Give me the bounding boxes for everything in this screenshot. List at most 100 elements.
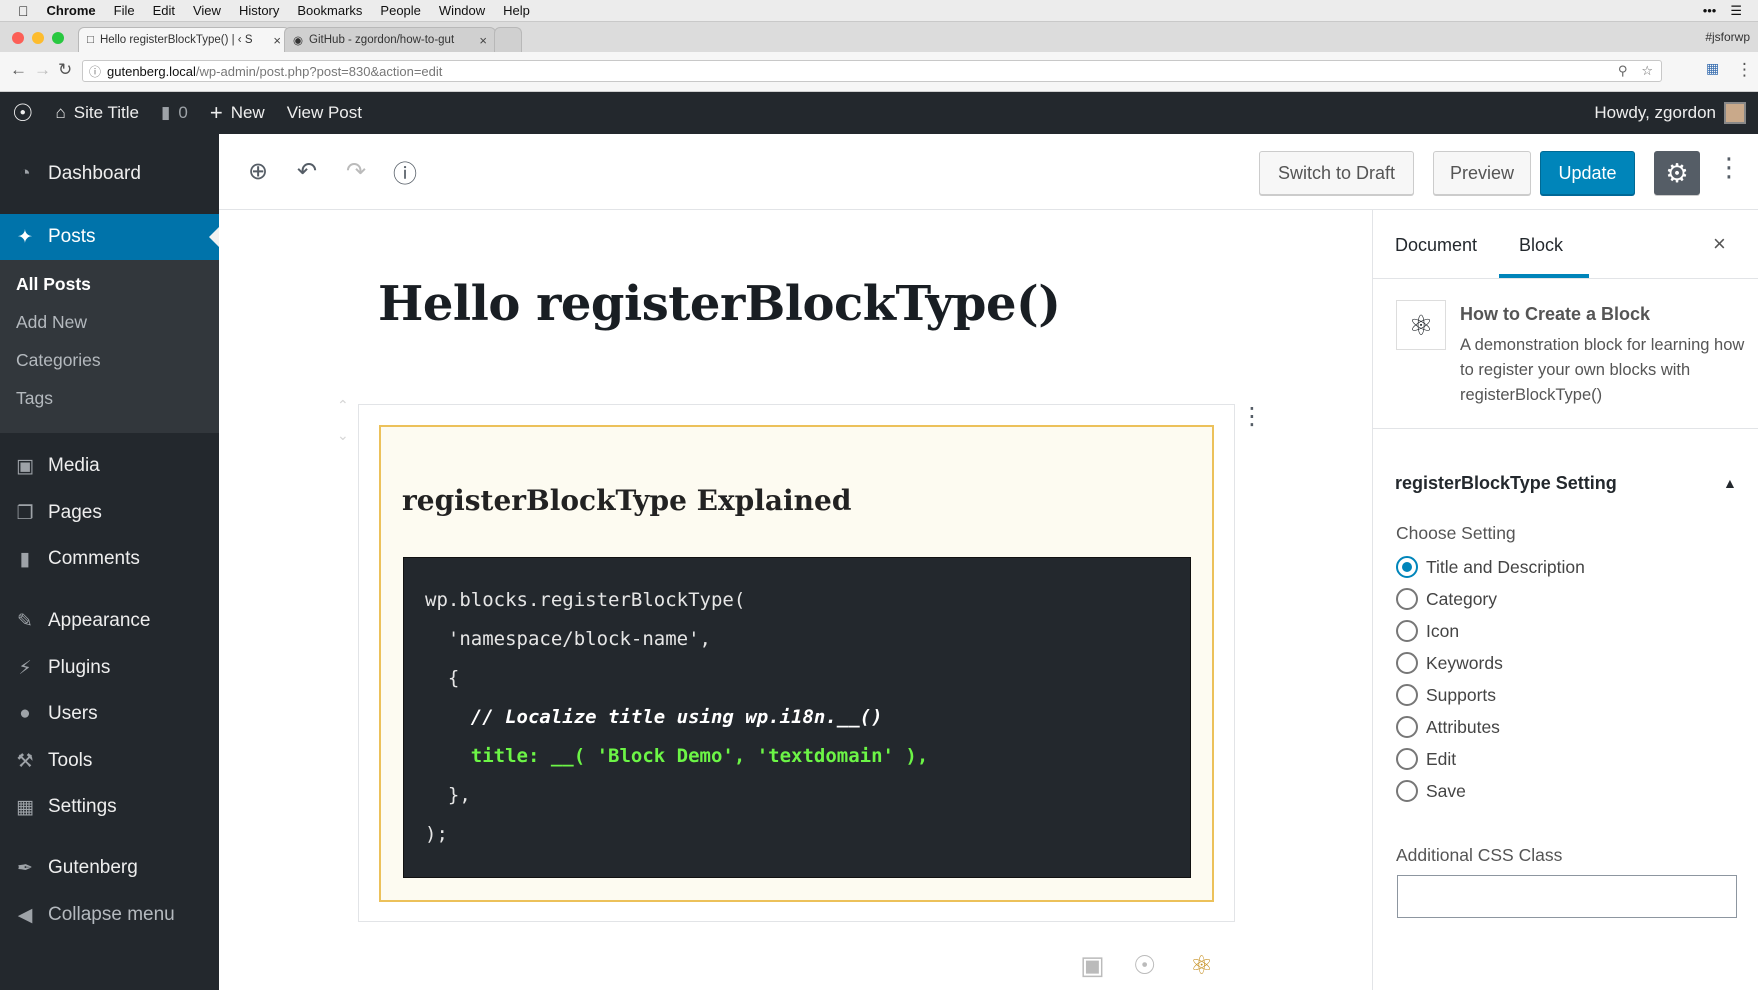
add-block-icon[interactable]: ⊕ — [243, 156, 273, 186]
radio-icon[interactable] — [1396, 620, 1418, 642]
menu-help[interactable]: Help — [494, 3, 539, 18]
view-post-link[interactable]: View Post — [276, 92, 373, 134]
collapse-menu-button[interactable]: ◀ Collapse menu — [0, 892, 219, 938]
divider — [1373, 278, 1758, 279]
tab-document[interactable]: Document — [1395, 235, 1477, 256]
radio-label[interactable]: Save — [1426, 781, 1466, 802]
new-label: New — [230, 103, 265, 122]
more-options-icon[interactable]: ⋮ — [1716, 152, 1742, 183]
radio-edit[interactable] — [1396, 748, 1418, 770]
plug-icon: ⚡ — [18, 657, 32, 679]
block-heading[interactable]: registerBlockType Explained — [402, 484, 851, 517]
radio-category[interactable] — [1396, 588, 1418, 610]
sidebar-item-tools[interactable]: ⚒ Tools — [0, 738, 219, 784]
site-title-link[interactable]: ⌂ Site Title — [45, 92, 150, 134]
profile-label[interactable]: #jsforwp — [1705, 30, 1750, 44]
css-class-input[interactable] — [1397, 875, 1737, 918]
menu-edit[interactable]: Edit — [144, 3, 184, 18]
move-up-icon[interactable]: ⌃ — [337, 397, 349, 414]
radio-label[interactable]: Title and Description — [1426, 557, 1585, 578]
sidebar-item-plugins[interactable]: ⚡ Plugins — [0, 645, 219, 691]
menu-view[interactable]: View — [184, 3, 230, 18]
browser-tab-active[interactable]: □ Hello registerBlockType() | ‹ S × — [78, 27, 290, 52]
close-tab-icon[interactable]: × — [273, 33, 281, 48]
update-button[interactable]: Update — [1540, 151, 1635, 195]
menu-history[interactable]: History — [230, 3, 288, 18]
chrome-menu-icon[interactable]: ⋮ — [1736, 60, 1753, 80]
tab-block[interactable]: Block — [1519, 235, 1563, 256]
menu-app-name[interactable]: Chrome — [38, 3, 105, 18]
radio-attributes[interactable] — [1396, 716, 1418, 738]
sidebar-item-dashboard[interactable]: ◔ Dashboard — [0, 151, 219, 197]
extension-icon[interactable]: ▦ — [1706, 60, 1719, 77]
undo-icon[interactable]: ↶ — [292, 156, 322, 186]
more-icon[interactable]: ••• — [1703, 3, 1717, 19]
sidebar-item-posts[interactable]: ✦ Posts — [0, 214, 219, 260]
new-content-link[interactable]: + New — [199, 92, 276, 134]
home-icon: ⌂ — [55, 103, 66, 122]
forward-icon[interactable]: → — [34, 60, 51, 80]
radio-title-description[interactable] — [1396, 556, 1418, 578]
zoom-icon[interactable]: ⚲ — [1618, 63, 1628, 79]
new-tab-button[interactable] — [494, 27, 522, 52]
sidebar-item-pages[interactable]: ❐ Pages — [0, 490, 219, 536]
image-block-icon[interactable]: ▣ — [1080, 950, 1105, 981]
back-icon[interactable]: ← — [10, 60, 27, 80]
reload-icon[interactable]: ↻ — [58, 60, 72, 80]
radio-keywords[interactable] — [1396, 652, 1418, 674]
sidebar-item-media[interactable]: ▣ Media — [0, 443, 219, 489]
comments-link[interactable]: ▮ 0 — [150, 92, 199, 134]
menu-bookmarks[interactable]: Bookmarks — [288, 3, 371, 18]
preview-button[interactable]: Preview — [1433, 151, 1531, 195]
address-bar[interactable]: ⓘ gutenberg.local/wp-admin/post.php?post… — [82, 60, 1662, 82]
sidebar-item-appearance[interactable]: ✎ Appearance — [0, 598, 219, 644]
apple-icon[interactable]:  — [0, 3, 38, 19]
radio-supports[interactable] — [1396, 684, 1418, 706]
bookmark-star-icon[interactable]: ☆ — [1641, 63, 1653, 79]
close-icon[interactable]: × — [1713, 231, 1726, 257]
menu-file[interactable]: File — [105, 3, 144, 18]
list-icon[interactable]: ☰ — [1730, 3, 1742, 19]
radio-label[interactable]: Keywords — [1426, 653, 1503, 674]
panel-title[interactable]: registerBlockType Setting — [1395, 473, 1617, 494]
submenu-categories[interactable]: Categories — [16, 350, 101, 371]
close-tab-icon[interactable]: × — [479, 33, 487, 48]
wordpress-block-icon[interactable]: ☉ — [1133, 950, 1156, 981]
wordpress-logo-icon[interactable]: ☉ — [0, 92, 45, 134]
radio-label[interactable]: Edit — [1426, 749, 1456, 770]
close-window-button[interactable] — [12, 32, 24, 44]
info-icon[interactable]: ⓘ — [89, 63, 101, 80]
account-menu[interactable]: Howdy, zgordon — [1594, 102, 1758, 124]
block-more-options-icon[interactable]: ⋮ — [1240, 402, 1264, 431]
radio-label[interactable]: Attributes — [1426, 717, 1500, 738]
custom-block-icon[interactable]: ⚛ — [1190, 950, 1213, 981]
redo-icon[interactable]: ↷ — [341, 156, 371, 186]
radio-label[interactable]: Supports — [1426, 685, 1496, 706]
radio-label[interactable]: Icon — [1426, 621, 1459, 642]
comments-count: 0 — [178, 103, 188, 122]
settings-gear-icon[interactable]: ⚙ — [1654, 151, 1700, 195]
sidebar-item-comments[interactable]: ▮ Comments — [0, 536, 219, 582]
switch-to-draft-button[interactable]: Switch to Draft — [1259, 151, 1414, 195]
minimize-window-button[interactable] — [32, 32, 44, 44]
radio-save[interactable] — [1396, 780, 1418, 802]
collapse-panel-icon[interactable]: ▲ — [1723, 475, 1737, 491]
page-icon: □ — [87, 34, 94, 46]
info-icon[interactable]: ⓘ — [390, 156, 420, 188]
zoom-window-button[interactable] — [52, 32, 64, 44]
submenu-add-new[interactable]: Add New — [16, 312, 87, 333]
sidebar-item-settings[interactable]: ▦ Settings — [0, 784, 219, 830]
browser-toolbar: ← → ↻ ⓘ gutenberg.local/wp-admin/post.ph… — [0, 52, 1758, 92]
sidebar-item-gutenberg[interactable]: ✒ Gutenberg — [0, 845, 219, 891]
browser-tab-github[interactable]: ◉ GitHub - zgordon/how-to-gut × — [284, 27, 496, 52]
radio-label[interactable]: Category — [1426, 589, 1497, 610]
editor-header: ⊕ ↶ ↷ ⓘ Switch to Draft Preview Update ⚙… — [219, 134, 1758, 210]
sidebar-item-label: Appearance — [48, 610, 151, 631]
submenu-tags[interactable]: Tags — [16, 388, 53, 409]
submenu-all-posts[interactable]: All Posts — [16, 274, 91, 295]
move-down-icon[interactable]: ⌄ — [337, 427, 349, 444]
sidebar-item-users[interactable]: ● Users — [0, 691, 219, 737]
menu-people[interactable]: People — [371, 3, 429, 18]
post-title[interactable]: Hello registerBlockType() — [378, 276, 1061, 332]
menu-window[interactable]: Window — [430, 3, 494, 18]
